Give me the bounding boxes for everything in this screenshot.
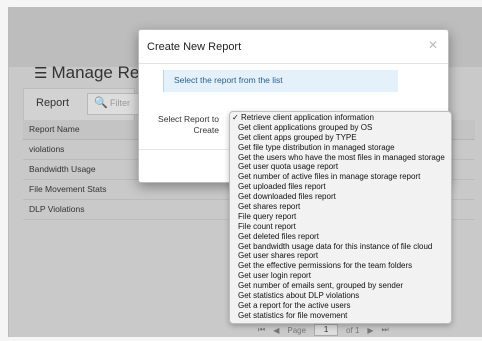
dropdown-option[interactable]: Get bandwidth usage data for this instan…: [230, 242, 451, 252]
dialog-title: Create New Report: [147, 41, 242, 53]
dropdown-option-label: Get uploaded files report: [238, 182, 326, 192]
dropdown-option-label: File count report: [238, 221, 296, 231]
dropdown-option-label: Retrieve client application information: [240, 113, 374, 122]
dropdown-option-label: File query report: [238, 211, 297, 221]
info-text: Select the report from the list: [174, 75, 283, 85]
checkmark-icon: ✓: [232, 113, 241, 122]
select-report-label: Select Report to Create: [149, 114, 219, 136]
close-icon[interactable]: ✕: [428, 38, 438, 52]
dropdown-option-label: Get the users who have the most files in…: [238, 152, 445, 162]
dropdown-option[interactable]: Get shares report: [230, 202, 451, 212]
dropdown-option[interactable]: Get uploaded files report: [230, 182, 451, 192]
dropdown-option-label: Get deleted files report: [238, 231, 319, 241]
dropdown-options: ✓ Retrieve client application informatio…: [230, 113, 451, 321]
dropdown-option-label: Get user quota usage report: [238, 162, 339, 172]
dropdown-option-label: Get number of active files in manage sto…: [238, 172, 421, 182]
dropdown-option[interactable]: Get user login report: [230, 271, 451, 281]
dropdown-option-label: Get client apps grouped by TYPE: [238, 132, 357, 142]
first-page-icon[interactable]: ⏮: [258, 325, 265, 335]
dropdown-option-label: Get shares report: [238, 202, 301, 212]
last-page-icon[interactable]: ⏭: [382, 325, 389, 335]
dropdown-option[interactable]: Get downloaded files report: [230, 192, 451, 202]
dropdown-option-label: Get bandwidth usage data for this instan…: [238, 241, 433, 251]
dropdown-option-label: Get the effective permissions for the te…: [238, 261, 413, 271]
dropdown-option[interactable]: ✓ Retrieve client application informatio…: [230, 113, 451, 123]
search-icon[interactable]: 🔍: [94, 96, 108, 109]
dropdown-option[interactable]: Get client applications grouped by OS: [230, 123, 451, 133]
dropdown-option-label: Get statistics about DLP violations: [238, 291, 360, 301]
prev-page-icon[interactable]: ◀: [273, 326, 279, 335]
next-page-icon[interactable]: ▶: [367, 326, 373, 335]
dropdown-option[interactable]: Get the effective permissions for the te…: [230, 261, 451, 271]
list-icon: ☰: [34, 65, 48, 82]
dropdown-option[interactable]: File query report: [230, 212, 451, 222]
search-placeholder: Filter: [110, 98, 130, 108]
report-type-dropdown[interactable]: ✓ Retrieve client application informatio…: [229, 111, 452, 324]
dropdown-option-label: Get client applications grouped by OS: [238, 122, 373, 132]
dropdown-option[interactable]: Get number of active files in manage sto…: [230, 172, 451, 182]
dropdown-option[interactable]: Get the users who have the most files in…: [230, 153, 451, 163]
dropdown-option-label: Get a report for the active users: [238, 300, 351, 310]
page-label: Page: [287, 325, 307, 335]
dropdown-option[interactable]: Get number of emails sent, grouped by se…: [230, 281, 451, 291]
select-label-line2: Create: [193, 125, 219, 135]
dropdown-option-label: Get user shares report: [238, 251, 319, 261]
dropdown-option[interactable]: Get user quota usage report: [230, 162, 451, 172]
dropdown-option[interactable]: Get statistics about DLP violations: [230, 291, 451, 301]
dropdown-option[interactable]: Get user shares report: [230, 251, 451, 261]
dropdown-option[interactable]: Get statistics for file movement: [230, 311, 451, 321]
report-tab-label: Report: [36, 97, 70, 109]
select-label-line1: Select Report to: [158, 114, 219, 124]
page-count: of 1: [346, 325, 360, 335]
dropdown-option-label: Get downloaded files report: [238, 192, 336, 202]
dropdown-option[interactable]: File count report: [230, 222, 451, 232]
dialog-divider: [139, 63, 448, 64]
page-number-input[interactable]: 1: [314, 324, 339, 336]
dropdown-option-label: Get statistics for file movement: [238, 310, 348, 320]
dropdown-option[interactable]: Get client apps grouped by TYPE: [230, 133, 451, 143]
dropdown-option-label: Get file type distribution in managed st…: [238, 142, 395, 152]
info-banner: Select the report from the list: [163, 70, 398, 92]
pagination: ⏮ ◀ Page 1 of 1 ▶ ⏭: [258, 324, 389, 336]
dropdown-option-label: Get number of emails sent, grouped by se…: [238, 281, 403, 291]
dropdown-option[interactable]: Get file type distribution in managed st…: [230, 143, 451, 153]
dropdown-option[interactable]: Get deleted files report: [230, 232, 451, 242]
dropdown-option[interactable]: Get a report for the active users: [230, 301, 451, 311]
dropdown-option-label: Get user login report: [238, 271, 311, 281]
